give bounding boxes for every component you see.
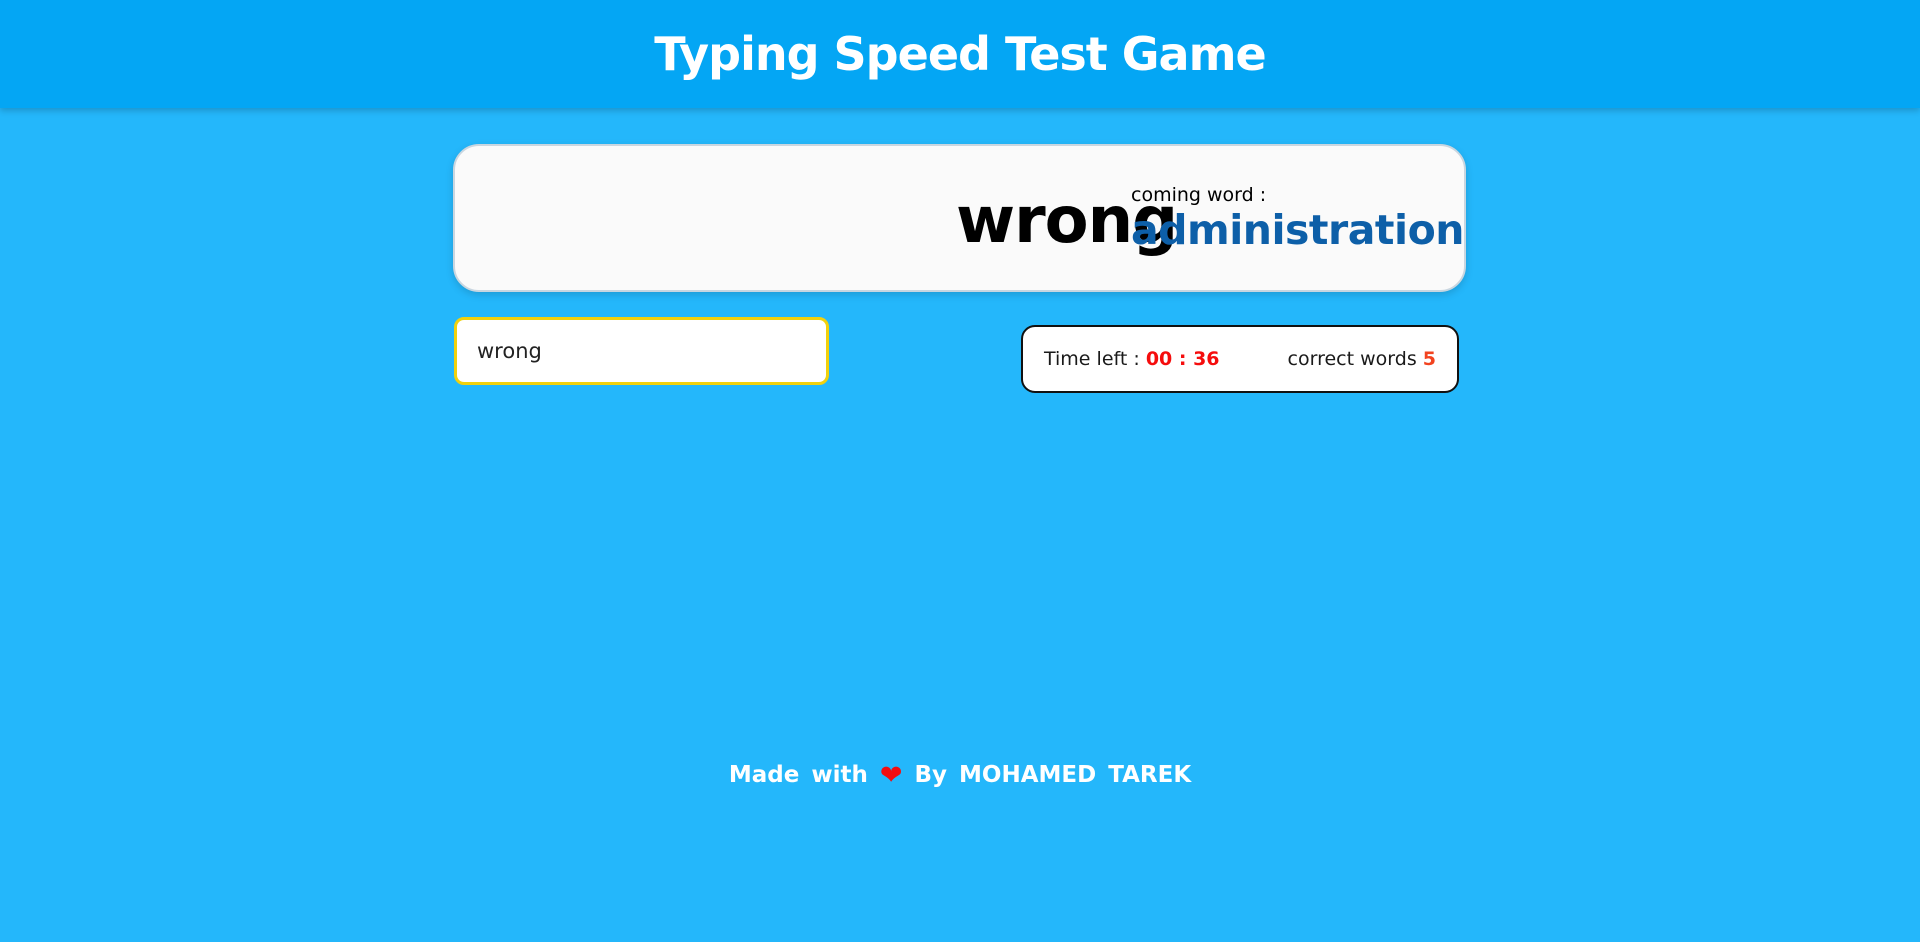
typing-input[interactable] [454,317,829,385]
coming-word: administration [1131,206,1464,254]
heart-icon: ❤ [879,760,903,791]
time-left-label: Time left : [1044,348,1140,370]
footer-made-with: Made with [728,762,868,788]
word-panel: wrong coming word : administration [453,144,1466,292]
correct-words-label: correct words [1287,348,1417,370]
page-title: Typing Speed Test Game [654,27,1266,81]
coming-word-label: coming word : [1131,184,1267,206]
stats-box: Time left : 00 : 36 correct words 5 [1021,325,1459,393]
correct-words: correct words 5 [1288,348,1436,370]
time-left-value: 00 : 36 [1145,348,1220,370]
correct-words-count: 5 [1422,348,1436,370]
footer-credit: Made with ❤ By MOHAMED TAREK [0,760,1920,791]
page-header: Typing Speed Test Game [0,0,1920,108]
footer-author: By MOHAMED TAREK [914,762,1192,788]
time-left: Time left : 00 : 36 [1044,348,1220,370]
current-word: wrong [455,184,1178,258]
